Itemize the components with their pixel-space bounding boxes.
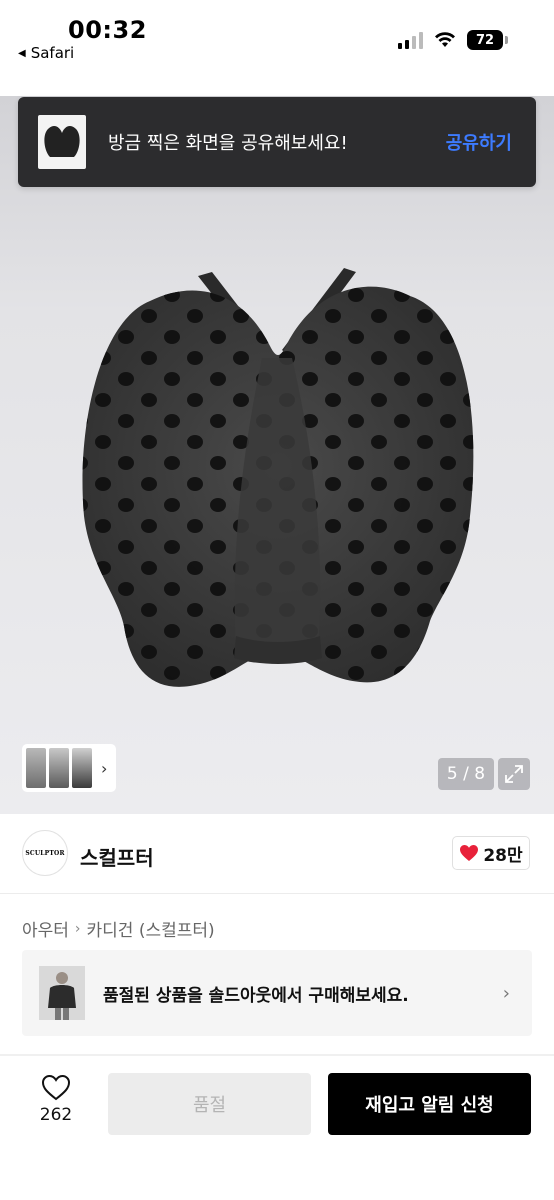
product-image-carousel[interactable] bbox=[0, 96, 554, 814]
thumbnail-image[interactable] bbox=[72, 748, 92, 788]
thumbnail-image[interactable] bbox=[49, 748, 69, 788]
expand-icon bbox=[505, 765, 523, 783]
share-toast: 방금 찍은 화면을 공유해보세요! 공유하기 bbox=[18, 97, 536, 187]
chevron-right-icon: › bbox=[502, 982, 510, 1004]
heart-outline-icon bbox=[41, 1074, 71, 1101]
status-bar: 00:32 ◀ Safari 72 bbox=[0, 0, 554, 96]
back-app-label: Safari bbox=[30, 44, 75, 62]
brand-name[interactable]: 스컬프터 bbox=[80, 842, 154, 871]
breadcrumb-item[interactable]: 아우터 bbox=[22, 916, 69, 941]
signal-icon bbox=[398, 31, 423, 49]
status-icons: 72 bbox=[398, 30, 508, 50]
soldout-button[interactable]: 품절 bbox=[108, 1073, 311, 1135]
wishlist-count: 262 bbox=[39, 1105, 73, 1125]
status-time: 00:32 bbox=[68, 16, 147, 44]
battery-icon: 72 bbox=[467, 30, 508, 50]
banner-thumbnail bbox=[39, 966, 85, 1020]
heart-filled-icon bbox=[460, 845, 479, 861]
soldout-banner[interactable]: 품절된 상품을 솔드아웃에서 구매해보세요. › bbox=[22, 950, 532, 1036]
battery-level: 72 bbox=[467, 30, 503, 50]
brand-like-count: 28만 bbox=[483, 845, 523, 866]
back-arrow-icon: ◀ bbox=[18, 47, 26, 59]
brand-logo[interactable]: SCULPTOR bbox=[22, 830, 68, 876]
thumbnail-strip[interactable]: › bbox=[22, 744, 116, 792]
restock-alert-button[interactable]: 재입고 알림 신청 bbox=[328, 1073, 531, 1135]
gallery-counter: 5 / 8 bbox=[438, 758, 494, 790]
breadcrumb-item[interactable]: 카디건 (스컬프터) bbox=[87, 916, 215, 941]
share-button[interactable]: 공유하기 bbox=[446, 129, 512, 155]
chevron-right-icon: › bbox=[74, 920, 81, 937]
toast-message: 방금 찍은 화면을 공유해보세요! bbox=[108, 133, 348, 154]
brand-like-button[interactable]: 28만 bbox=[452, 836, 530, 870]
screenshot-thumbnail[interactable] bbox=[38, 115, 86, 169]
thumbnail-image[interactable] bbox=[26, 748, 46, 788]
breadcrumb: 아우터 › 카디건 (스컬프터) bbox=[22, 916, 215, 942]
product-image bbox=[82, 268, 474, 687]
expand-button[interactable] bbox=[498, 758, 530, 790]
back-to-app-link[interactable]: ◀ Safari bbox=[18, 44, 74, 62]
wifi-icon bbox=[435, 32, 455, 47]
chevron-right-icon[interactable]: › bbox=[101, 759, 107, 778]
wishlist-button[interactable]: 262 bbox=[36, 1074, 76, 1125]
banner-message: 품절된 상품을 솔드아웃에서 구매해보세요. bbox=[103, 985, 409, 1006]
